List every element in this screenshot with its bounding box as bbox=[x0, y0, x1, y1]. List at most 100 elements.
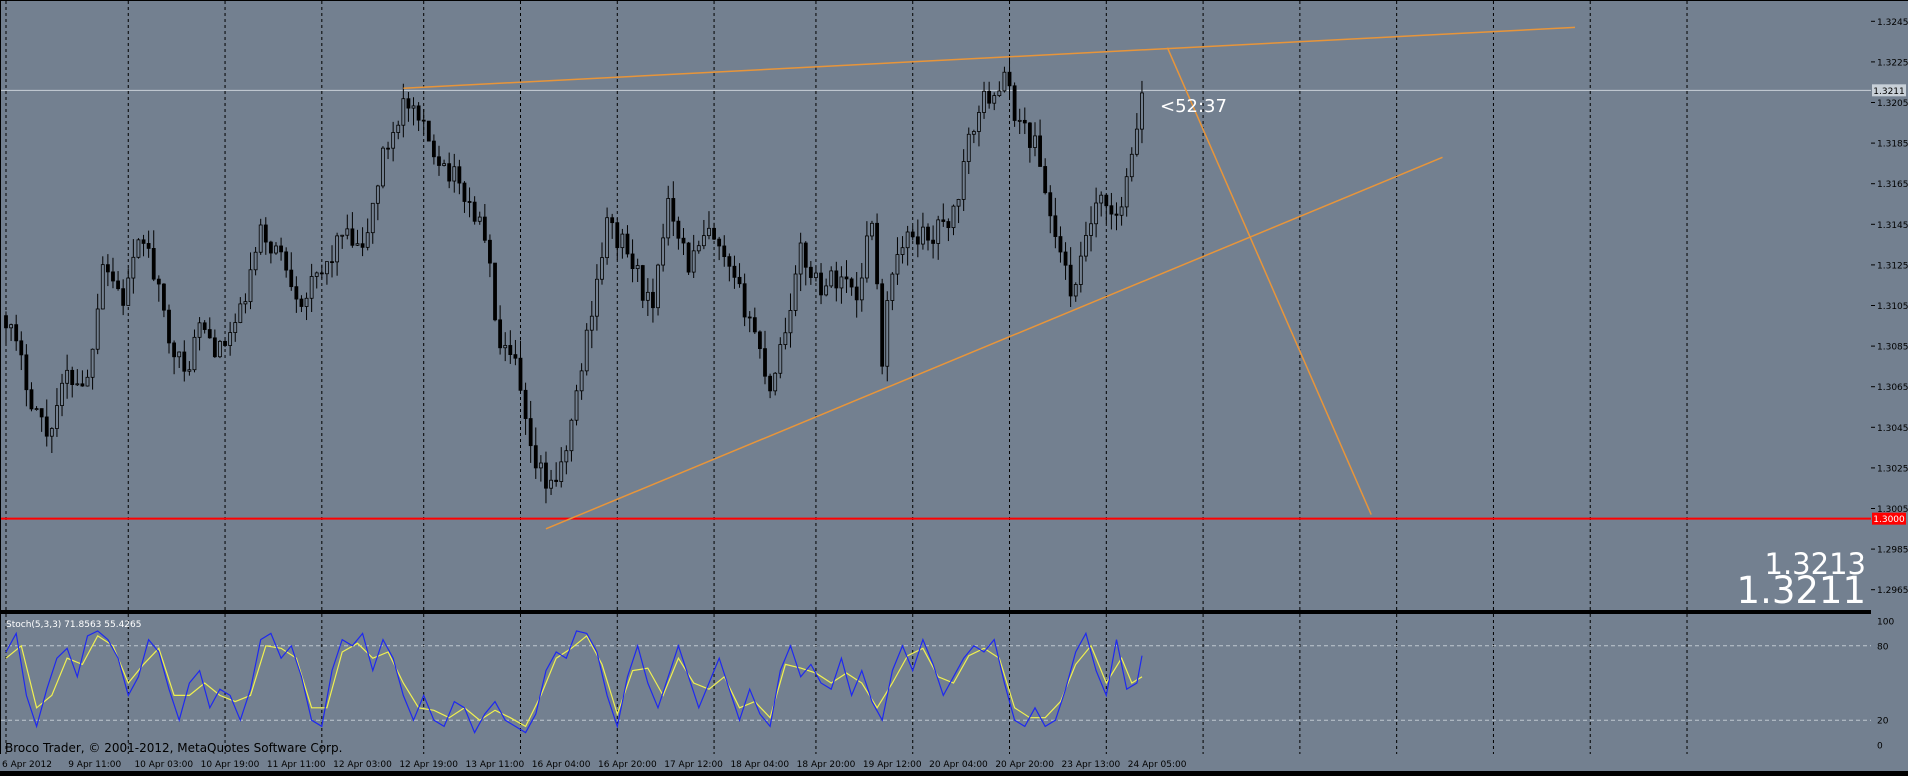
candle-body bbox=[966, 133, 971, 162]
time-axis-label: 20 Apr 20:00 bbox=[995, 760, 1054, 770]
candle-body bbox=[1134, 128, 1139, 155]
candle-body bbox=[676, 220, 681, 239]
candle-body bbox=[941, 219, 946, 222]
candle-body bbox=[228, 332, 233, 346]
candle-body bbox=[737, 276, 742, 285]
candle-body bbox=[875, 222, 879, 285]
time-axis-label: 9 Apr 11:00 bbox=[68, 760, 121, 770]
candle-body bbox=[788, 310, 793, 334]
candle-body bbox=[9, 324, 13, 329]
candle-body bbox=[105, 264, 110, 273]
candle-body bbox=[523, 389, 528, 419]
candle-body bbox=[803, 242, 808, 268]
candle-body bbox=[360, 243, 365, 248]
candle-body bbox=[19, 340, 24, 356]
candle-body bbox=[1053, 215, 1058, 237]
candle-body bbox=[615, 222, 620, 249]
time-axis-label: 6 Apr 2012 bbox=[2, 760, 52, 770]
time-axis-label: 23 Apr 13:00 bbox=[1062, 760, 1121, 770]
price-tick-label: 1.3065 bbox=[1877, 383, 1908, 393]
candle-body bbox=[752, 317, 757, 333]
candle-body bbox=[717, 238, 722, 247]
candle-body bbox=[391, 132, 396, 149]
time-axis-label: 16 Apr 20:00 bbox=[598, 760, 657, 770]
time-axis-label: 10 Apr 19:00 bbox=[201, 760, 260, 770]
candle-body bbox=[1027, 122, 1032, 148]
candle-body bbox=[1038, 135, 1042, 167]
candle-body bbox=[457, 166, 462, 184]
candle-body bbox=[1129, 153, 1134, 178]
candle-body bbox=[55, 405, 59, 429]
candle-body bbox=[778, 344, 783, 374]
candle-body bbox=[951, 205, 956, 229]
candle-body bbox=[859, 277, 864, 301]
candle-body bbox=[549, 479, 553, 489]
candle-body bbox=[44, 416, 49, 437]
candle-body bbox=[839, 276, 844, 289]
candle-body bbox=[34, 408, 39, 410]
candle-body bbox=[1048, 192, 1053, 217]
candle-body bbox=[1043, 166, 1048, 194]
candle-body bbox=[574, 390, 579, 421]
bar-timer: <52:37 bbox=[1160, 96, 1227, 117]
price-axis-area bbox=[1871, 1, 1908, 754]
candle-body bbox=[503, 345, 508, 349]
time-axis-label: 16 Apr 04:00 bbox=[532, 760, 591, 770]
candle-body bbox=[747, 316, 752, 319]
candle-body bbox=[931, 239, 936, 244]
candle-body bbox=[696, 245, 701, 252]
candle-body bbox=[900, 247, 905, 255]
candle-body bbox=[890, 273, 895, 301]
candle-body bbox=[406, 98, 411, 109]
candle-body bbox=[182, 351, 187, 372]
candle-body bbox=[579, 370, 584, 392]
candle-body bbox=[768, 375, 772, 392]
candle-body bbox=[345, 228, 350, 236]
price-tick-label: 1.3165 bbox=[1877, 180, 1908, 190]
candle-body bbox=[1068, 264, 1073, 297]
candle-body bbox=[141, 239, 146, 244]
price-axis-ticks: 1.3245 1.3225 1.3205 1.3185 1.3165 1.3145 1.31… bbox=[1871, 18, 1908, 596]
candle-body bbox=[294, 286, 299, 300]
candle-body bbox=[223, 340, 227, 346]
candle-body bbox=[712, 227, 716, 240]
candle-body bbox=[197, 322, 202, 338]
candle-body bbox=[722, 245, 727, 258]
candle-body bbox=[111, 271, 115, 282]
candle-body bbox=[498, 319, 503, 349]
candle-body bbox=[177, 351, 182, 358]
candle-body bbox=[452, 166, 457, 182]
candle-body bbox=[686, 242, 691, 273]
candle-body bbox=[595, 278, 599, 317]
candle-body bbox=[100, 264, 105, 310]
candle-body bbox=[732, 265, 737, 278]
candle-body bbox=[701, 235, 706, 247]
candle-body bbox=[493, 262, 497, 321]
chart-window: 1.3211 1.3000 1.3245 1.3225 1.3205 1.3185 1.3… bbox=[0, 0, 1908, 771]
candle-body bbox=[758, 331, 762, 350]
time-axis-label: 12 Apr 03:00 bbox=[333, 760, 392, 770]
candle-body bbox=[355, 243, 360, 246]
candle-body bbox=[1089, 223, 1093, 236]
price-tick-label: 1.3185 bbox=[1877, 140, 1908, 150]
price-tick-label: 1.2985 bbox=[1877, 546, 1908, 556]
time-axis-label: 24 Apr 05:00 bbox=[1128, 760, 1187, 770]
candle-body bbox=[1007, 71, 1012, 87]
candle-body bbox=[977, 112, 981, 132]
stochastic-tick-label: 0 bbox=[1877, 742, 1883, 752]
candle-body bbox=[340, 234, 345, 237]
candle-body bbox=[172, 342, 177, 358]
candle-body bbox=[625, 233, 630, 255]
candle-body bbox=[1084, 235, 1088, 257]
candle-body bbox=[564, 450, 569, 463]
candle-body bbox=[29, 389, 34, 410]
candle-body bbox=[681, 237, 686, 244]
candle-body bbox=[462, 182, 467, 202]
candle-body bbox=[910, 231, 915, 238]
candle-body bbox=[116, 280, 120, 290]
candle-body bbox=[207, 329, 212, 339]
chart-canvas[interactable]: 1.32111.3000 1.32451.32251.32051.31851.3… bbox=[0, 0, 1908, 771]
candle-body bbox=[1033, 135, 1037, 148]
candle-body bbox=[442, 163, 446, 166]
candle-body bbox=[4, 315, 8, 329]
